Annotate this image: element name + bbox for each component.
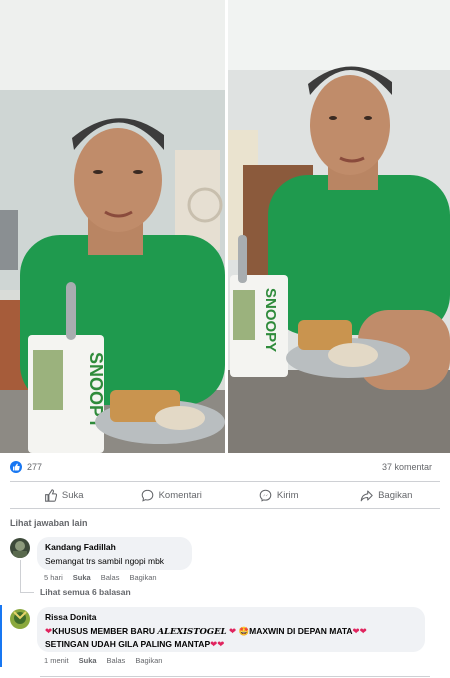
post-actions: Suka Komentari Kirim Bagikan	[10, 484, 440, 506]
share-label: Bagikan	[378, 489, 413, 501]
thread-connector	[20, 592, 34, 593]
comment-text-part: MAXWIN DI DEPAN MATA	[249, 626, 353, 636]
cup-text-right: SNOOPY	[262, 288, 279, 352]
comment-reply-button[interactable]: Balas	[107, 656, 126, 665]
post-photo-grid: SNOOPY SNOOPY	[0, 0, 450, 453]
photo-right[interactable]: SNOOPY	[228, 0, 450, 453]
share-icon	[360, 490, 373, 501]
avatar[interactable]	[10, 609, 30, 629]
thumbs-up-outline-icon	[45, 488, 57, 502]
comment-author[interactable]: Rissa Donita	[45, 612, 417, 622]
send-button[interactable]: Kirim	[225, 484, 333, 506]
comment-bubble: Rissa Donita ❤ KHUSUS MEMBER BARU ALEXIST…	[37, 607, 425, 652]
star-eyes-emoji-icon: 🤩	[238, 626, 250, 636]
comment-author[interactable]: Kandang Fadillah	[45, 542, 184, 552]
comment-text: Semangat trs sambil ngopi mbk	[45, 556, 165, 566]
photo-right-image: SNOOPY	[228, 0, 450, 453]
comment-reply-button[interactable]: Balas	[101, 573, 120, 582]
thread-connector	[20, 560, 21, 592]
like-label: Suka	[61, 489, 84, 501]
photo-left[interactable]: SNOOPY	[0, 0, 225, 453]
comment-share-button[interactable]: Bagikan	[135, 656, 162, 665]
comment-like-button[interactable]: Suka	[79, 656, 97, 665]
comment-count[interactable]: 37 komentar	[382, 462, 432, 472]
share-button[interactable]: Bagikan	[333, 484, 441, 506]
thumbs-up-icon[interactable]	[10, 461, 22, 473]
thread-connector	[0, 605, 2, 667]
reaction-stats: 277 37 komentar	[10, 461, 440, 475]
comment-time[interactable]: 1 menit	[44, 656, 69, 665]
heart-icon: ❤❤	[352, 626, 367, 636]
divider	[40, 676, 430, 677]
like-count[interactable]: 277	[27, 462, 42, 472]
comment-brand-text: ALEXISTOGEL	[157, 627, 227, 637]
view-all-replies-link[interactable]: Lihat semua 6 balasan	[40, 587, 131, 597]
messenger-icon	[259, 489, 272, 502]
comment-text-part: KHUSUS MEMBER BARU	[52, 626, 158, 636]
comment-time[interactable]: 5 hari	[44, 573, 63, 582]
comment-button[interactable]: Komentari	[118, 484, 226, 506]
divider	[10, 481, 440, 482]
photo-left-image: SNOOPY	[0, 0, 225, 453]
comment-icon	[141, 489, 153, 502]
comment-meta: 1 menit Suka Balas Bagikan	[44, 656, 162, 665]
comment-share-button[interactable]: Bagikan	[129, 573, 156, 582]
heart-icon: ❤	[229, 626, 237, 636]
comment-like-button[interactable]: Suka	[73, 573, 91, 582]
view-more-comments-link[interactable]: Lihat jawaban lain	[10, 518, 88, 528]
send-label: Kirim	[276, 489, 299, 501]
like-button[interactable]: Suka	[10, 484, 118, 506]
comment-text: ❤KHUSUS MEMBER BARU ALEXISTOGEL ❤ 🤩MAXWI…	[45, 625, 417, 650]
heart-icon: ❤❤	[210, 639, 225, 649]
comment-bubble: Kandang Fadillah Semangat trs sambil ngo…	[37, 537, 192, 570]
comment-meta: 5 hari Suka Balas Bagikan	[44, 573, 157, 582]
comment-label: Komentari	[158, 489, 202, 501]
divider	[10, 508, 440, 509]
avatar[interactable]	[10, 538, 30, 558]
comment-text-line2: SETINGAN UDAH GILA PALING MANTAP	[45, 639, 211, 649]
